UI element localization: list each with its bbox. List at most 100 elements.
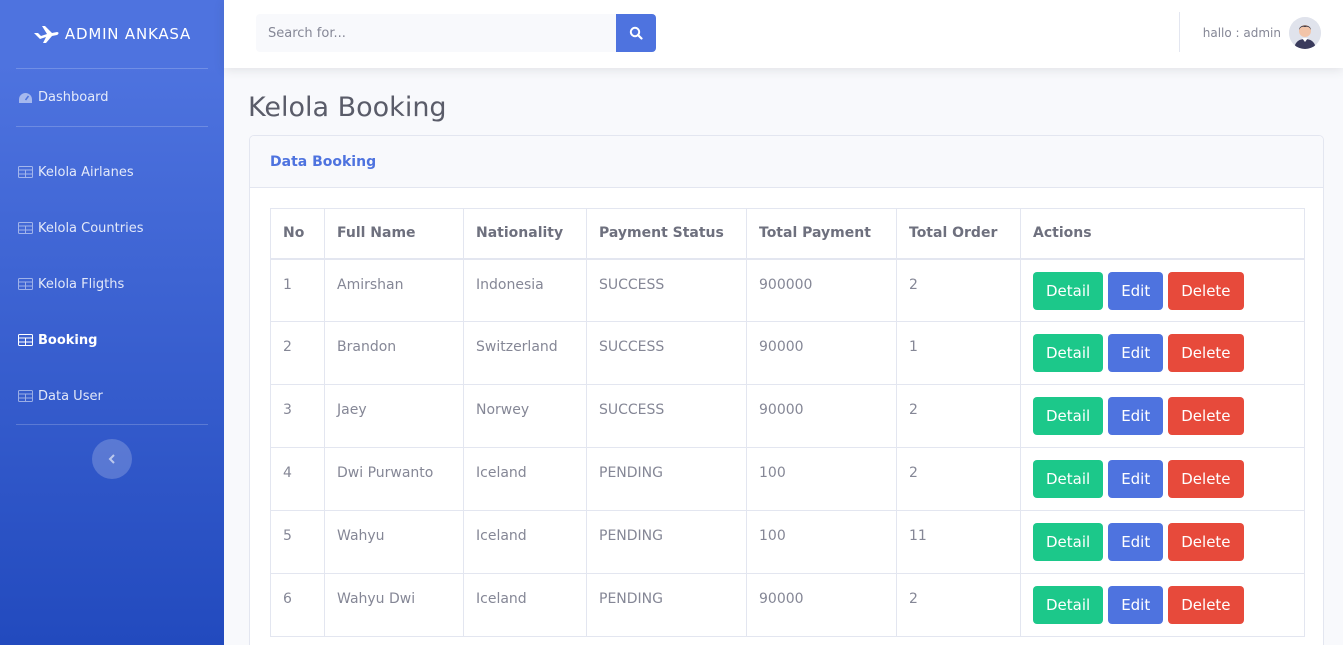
sidebar-item-flights[interactable]: Kelola Fligths (0, 256, 224, 312)
table-row: 1 Amirshan Indonesia SUCCESS 900000 2 Detail Ed… (270, 258, 1305, 322)
cell-nationality: Iceland (463, 573, 587, 637)
page-title: Kelola Booking (248, 92, 447, 123)
table-row: 6 Wahyu Dwi Iceland PENDING 90000 2 Detail Edit… (270, 573, 1305, 637)
edit-button[interactable]: Edit (1108, 586, 1164, 624)
cell-no: 2 (270, 321, 325, 385)
cell-nationality: Switzerland (463, 321, 587, 385)
sidebar-item-airlanes[interactable]: Kelola Airlanes (0, 144, 224, 200)
cell-total-payment: 900000 (746, 258, 897, 322)
table-row: 2 Brandon Switzerland SUCCESS 90000 1 Detail Ed… (270, 321, 1305, 385)
cell-actions: Detail Edit Delete (1020, 447, 1305, 511)
table-icon (18, 334, 33, 346)
cell-total-order: 1 (896, 321, 1021, 385)
column-header-full-name[interactable]: Full Name (324, 208, 464, 260)
detail-button[interactable]: Detail (1033, 334, 1104, 372)
cell-actions: Detail Edit Delete (1020, 258, 1305, 322)
sidebar-item-data-user[interactable]: Data User (0, 368, 224, 424)
edit-button[interactable]: Edit (1108, 334, 1164, 372)
delete-button[interactable]: Delete (1168, 271, 1244, 310)
cell-payment-status: SUCCESS (586, 384, 747, 448)
table-row: 3 Jaey Norwey SUCCESS 90000 2 Detail Edit Delete (270, 384, 1305, 448)
cell-actions: Detail Edit Delete (1020, 384, 1305, 448)
cell-actions: Detail Edit Delete (1020, 573, 1305, 637)
topbar-divider (1179, 12, 1180, 52)
booking-table-wrapper: No Full Name Nationality Payment Status … (270, 208, 1305, 637)
delete-button[interactable]: Delete (1168, 523, 1244, 561)
cell-full-name: Amirshan (324, 258, 464, 322)
detail-button[interactable]: Detail (1033, 271, 1104, 310)
tachometer-icon (19, 92, 32, 103)
sidebar-toggle-button[interactable] (92, 439, 132, 479)
cell-total-order: 11 (896, 510, 1021, 574)
cell-full-name: Dwi Purwanto (324, 447, 464, 511)
sidebar-item-label: Kelola Airlanes (38, 164, 134, 180)
table-icon (18, 390, 33, 402)
cell-no: 3 (270, 384, 325, 448)
sidebar-item-label: Dashboard (38, 90, 109, 105)
detail-button[interactable]: Detail (1033, 397, 1104, 435)
cell-full-name: Brandon (324, 321, 464, 385)
cell-payment-status: SUCCESS (586, 258, 747, 322)
topbar: hallo : admin (224, 0, 1343, 68)
column-header-no[interactable]: No (270, 208, 325, 260)
sidebar-item-dashboard[interactable]: Dashboard (0, 69, 224, 126)
edit-button[interactable]: Edit (1108, 523, 1164, 561)
table-icon (18, 278, 33, 290)
table-row: 4 Dwi Purwanto Iceland PENDING 100 2 Detail Edi… (270, 447, 1305, 511)
column-header-total-order[interactable]: Total Order (896, 208, 1021, 260)
cell-nationality: Iceland (463, 447, 587, 511)
sidebar-brand[interactable]: ADMIN ANKASA (0, 0, 224, 68)
cell-total-payment: 100 (746, 447, 897, 511)
cell-no: 5 (270, 510, 325, 574)
detail-button[interactable]: Detail (1033, 586, 1104, 624)
cell-total-order: 2 (896, 258, 1021, 322)
table-icon (18, 222, 33, 234)
column-header-total-payment[interactable]: Total Payment (746, 208, 897, 260)
cell-total-payment: 90000 (746, 321, 897, 385)
column-header-nationality[interactable]: Nationality (463, 208, 587, 260)
table-icon (18, 166, 33, 178)
cell-total-payment: 90000 (746, 384, 897, 448)
cell-nationality: Indonesia (463, 258, 587, 322)
cell-nationality: Iceland (463, 510, 587, 574)
cell-payment-status: SUCCESS (586, 321, 747, 385)
user-greeting: hallo : admin (1202, 26, 1281, 40)
booking-table: No Full Name Nationality Payment Status … (270, 208, 1305, 637)
cell-nationality: Norwey (463, 384, 587, 448)
plane-icon (33, 26, 59, 43)
table-row: 5 Wahyu Iceland PENDING 100 11 Detail Edit Delet… (270, 510, 1305, 574)
delete-button[interactable]: Delete (1168, 334, 1244, 372)
table-header-row: No Full Name Nationality Payment Status … (270, 208, 1305, 260)
sidebar-item-label: Kelola Countries (38, 220, 144, 236)
sidebar-item-booking[interactable]: Booking (0, 312, 224, 368)
avatar[interactable] (1289, 17, 1321, 49)
delete-button[interactable]: Delete (1168, 397, 1244, 435)
cell-total-order: 2 (896, 573, 1021, 637)
edit-button[interactable]: Edit (1108, 460, 1164, 498)
search-input[interactable] (256, 14, 616, 52)
delete-button[interactable]: Delete (1168, 460, 1244, 498)
chevron-left-icon (108, 454, 115, 464)
cell-payment-status: PENDING (586, 447, 747, 511)
sidebar-item-countries[interactable]: Kelola Countries (0, 200, 224, 256)
search-button[interactable] (616, 14, 656, 52)
cell-no: 4 (270, 447, 325, 511)
card-title: Data Booking (250, 136, 1323, 188)
column-header-payment-status[interactable]: Payment Status (586, 208, 747, 260)
cell-payment-status: PENDING (586, 510, 747, 574)
sidebar-item-label: Data User (38, 388, 103, 404)
booking-card: Data Booking No Full Name Nationality Pa… (249, 135, 1324, 645)
cell-total-payment: 100 (746, 510, 897, 574)
brand-title: ADMIN ANKASA (64, 25, 192, 43)
detail-button[interactable]: Detail (1033, 523, 1104, 561)
edit-button[interactable]: Edit (1108, 271, 1164, 310)
cell-actions: Detail Edit Delete (1020, 510, 1305, 574)
cell-no: 1 (270, 258, 325, 322)
delete-button[interactable]: Delete (1168, 586, 1244, 624)
cell-full-name: Wahyu Dwi (324, 573, 464, 637)
cell-full-name: Jaey (324, 384, 464, 448)
edit-button[interactable]: Edit (1108, 397, 1164, 435)
cell-no: 6 (270, 573, 325, 637)
detail-button[interactable]: Detail (1033, 460, 1104, 498)
user-menu[interactable]: hallo : admin (1203, 17, 1321, 49)
